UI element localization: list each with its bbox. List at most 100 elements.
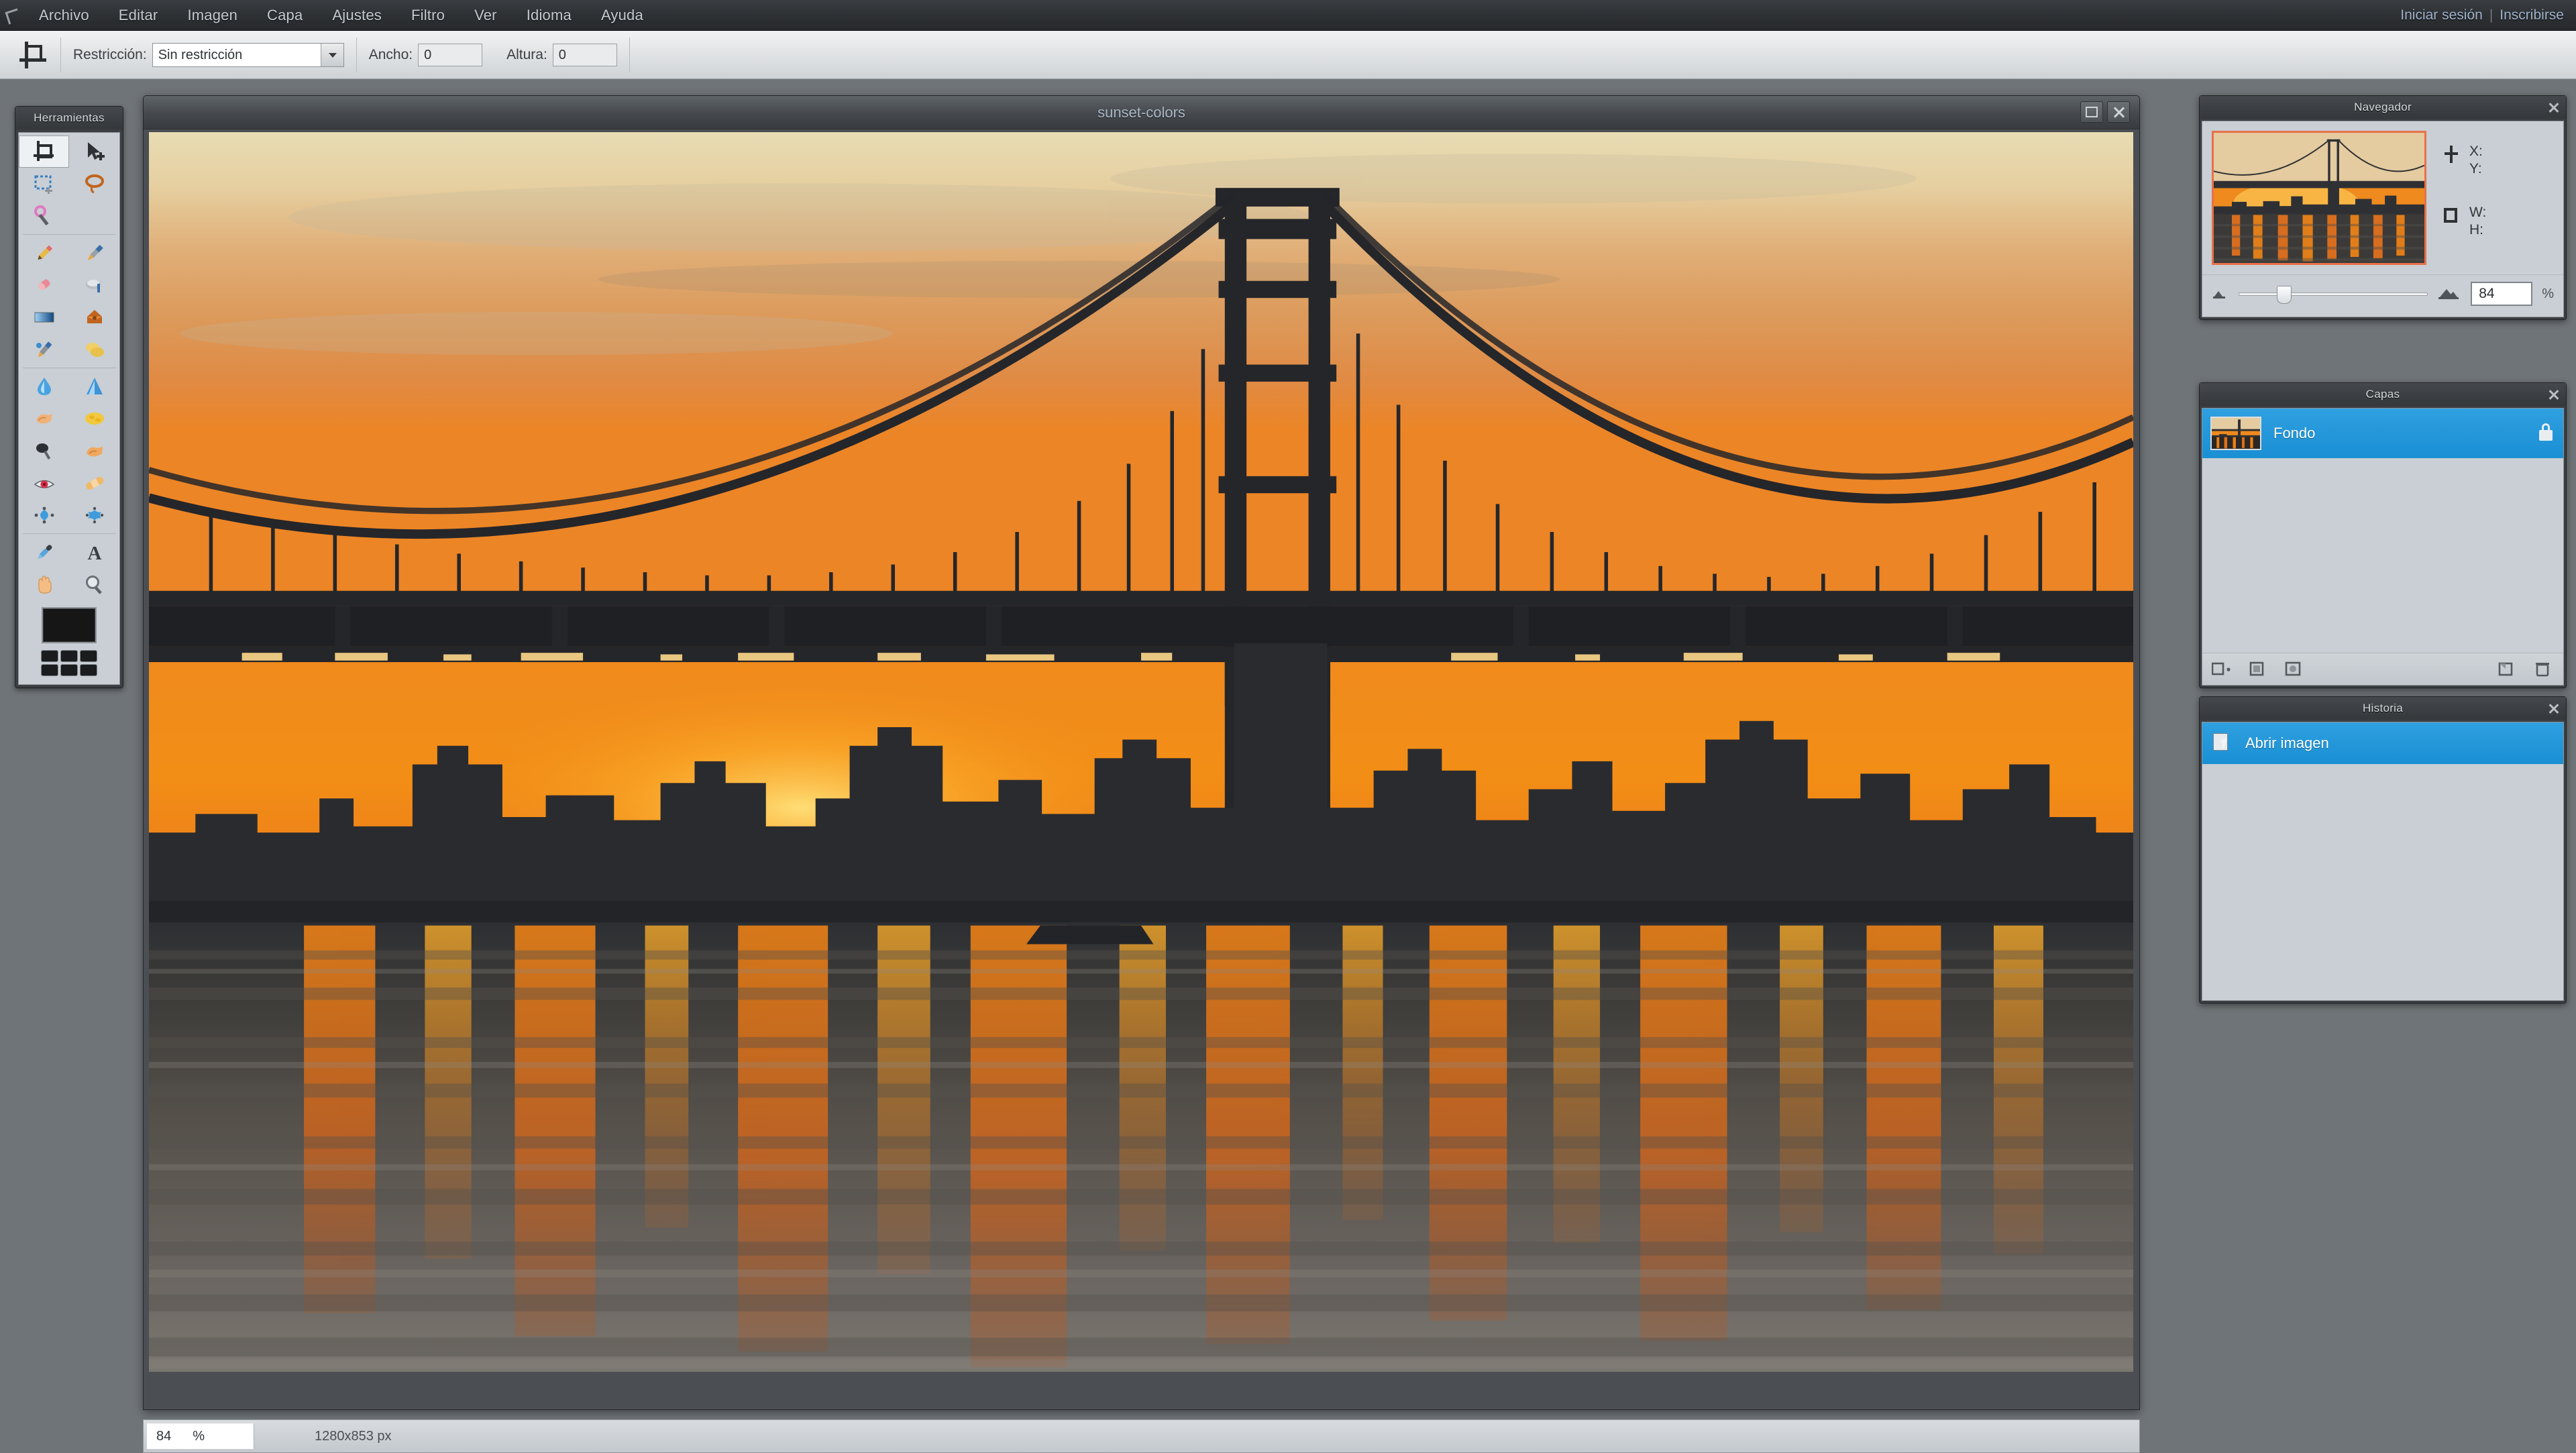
app-root: Archivo Editar Imagen Capa Ajustes Filtr… xyxy=(0,0,2576,1453)
tool-gradient[interactable] xyxy=(19,301,69,333)
tool-dodge[interactable] xyxy=(19,435,69,467)
open-image-icon xyxy=(2213,733,2236,753)
water-drop-icon xyxy=(33,375,56,398)
palette-swatch[interactable] xyxy=(41,664,58,676)
palette-swatch[interactable] xyxy=(41,650,58,662)
navigator-zoom-slider[interactable] xyxy=(2239,285,2428,304)
burn-hand-icon xyxy=(83,439,106,462)
tool-crop[interactable] xyxy=(19,136,69,168)
arrow-move-icon xyxy=(83,140,106,163)
shapes-icon xyxy=(83,338,106,361)
tool-sponge[interactable] xyxy=(69,402,119,435)
tool-smudge[interactable] xyxy=(19,402,69,435)
close-icon[interactable] xyxy=(2547,388,2561,401)
eraser-icon xyxy=(33,274,56,297)
width-input[interactable]: 0 xyxy=(418,43,483,66)
navigator-info: X: Y: W: H: xyxy=(2426,131,2554,265)
red-eye-icon xyxy=(33,472,56,494)
bandage-icon xyxy=(83,472,106,494)
tool-separator-1 xyxy=(23,234,115,235)
canvas-area[interactable] xyxy=(149,132,2133,1372)
height-group: Altura: 0 xyxy=(494,31,629,79)
menu-filtro[interactable]: Filtro xyxy=(396,3,460,28)
menu-ayuda[interactable]: Ayuda xyxy=(586,3,658,28)
menu-archivo[interactable]: Archivo xyxy=(24,3,104,28)
tool-red-eye[interactable] xyxy=(19,467,69,499)
height-input[interactable]: 0 xyxy=(552,43,617,66)
close-icon[interactable] xyxy=(2547,702,2561,715)
tool-pinch[interactable] xyxy=(69,499,119,531)
tool-bloat[interactable] xyxy=(19,499,69,531)
sign-in-link[interactable]: Iniciar sesión xyxy=(2400,7,2483,23)
tool-wand-select[interactable] xyxy=(19,200,69,232)
zoom-out-small-icon[interactable] xyxy=(2212,286,2229,303)
layer-style-icon[interactable] xyxy=(2248,661,2268,678)
tool-clone-stamp[interactable] xyxy=(69,269,119,301)
tool-pencil[interactable] xyxy=(19,237,69,269)
menu-bar: Archivo Editar Imagen Capa Ajustes Filtr… xyxy=(0,0,2576,31)
tool-zoom[interactable] xyxy=(69,568,119,600)
tool-brush[interactable] xyxy=(69,237,119,269)
list-item[interactable]: Abrir imagen xyxy=(2202,722,2563,764)
navigator-zoom-input[interactable]: 84 xyxy=(2471,282,2533,306)
menu-editar[interactable]: Editar xyxy=(104,3,173,28)
tool-move[interactable] xyxy=(69,136,119,168)
document-titlebar[interactable]: sunset-colors xyxy=(144,96,2139,129)
tool-lasso[interactable] xyxy=(69,168,119,200)
menu-idioma[interactable]: Idioma xyxy=(512,3,586,28)
palette-swatch[interactable] xyxy=(60,650,78,662)
tool-drawing[interactable] xyxy=(69,333,119,366)
foreground-color-swatch[interactable] xyxy=(42,607,97,643)
palette-swatches xyxy=(41,650,97,676)
constraint-value: Sin restricción xyxy=(158,47,243,62)
chevron-down-icon[interactable] xyxy=(320,43,343,66)
tool-marquee-select[interactable] xyxy=(19,168,69,200)
palette-swatch[interactable] xyxy=(80,664,97,676)
crop-icon xyxy=(33,140,56,163)
navigator-zoom-slider-thumb[interactable] xyxy=(2277,285,2292,304)
tool-blur[interactable] xyxy=(19,370,69,402)
menu-imagen[interactable]: Imagen xyxy=(172,3,252,28)
menu-capa[interactable]: Capa xyxy=(252,3,317,28)
navigator-thumbnail[interactable] xyxy=(2212,131,2426,265)
app-logo-icon xyxy=(1,4,24,27)
layers-panel: Capas Fondo xyxy=(2199,382,2567,688)
rectangle-marquee-icon xyxy=(33,172,56,195)
smudge-finger-icon xyxy=(33,407,56,430)
history-panel-title: Historia xyxy=(2200,697,2566,720)
tool-sharpen[interactable] xyxy=(69,370,119,402)
trash-icon[interactable] xyxy=(2534,661,2554,678)
sign-up-link[interactable]: Inscribirse xyxy=(2500,7,2564,23)
navigator-zoom-unit: % xyxy=(2542,286,2554,301)
tool-paint-bucket[interactable] xyxy=(69,301,119,333)
layer-mask-icon[interactable] xyxy=(2284,661,2304,678)
active-tool-indicator xyxy=(5,31,60,79)
zoom-in-large-icon[interactable] xyxy=(2437,285,2461,303)
palette-swatch[interactable] xyxy=(60,664,78,676)
tool-type[interactable]: A xyxy=(69,536,119,568)
layers-body: Fondo xyxy=(2202,408,2564,686)
tool-burn[interactable] xyxy=(69,435,119,467)
layer-thumbnail xyxy=(2210,417,2261,450)
new-layer-icon[interactable] xyxy=(2498,661,2518,678)
lasso-icon xyxy=(83,172,106,195)
layers-footer xyxy=(2202,653,2563,685)
close-icon[interactable] xyxy=(2547,101,2561,114)
menu-ver[interactable]: Ver xyxy=(460,3,512,28)
tool-hand[interactable] xyxy=(19,568,69,600)
maximize-icon[interactable] xyxy=(2080,101,2103,123)
tool-replace-color[interactable] xyxy=(19,333,69,366)
eyedropper-icon xyxy=(33,541,56,563)
sponge-icon xyxy=(83,407,106,430)
tool-eraser[interactable] xyxy=(19,269,69,301)
table-row[interactable]: Fondo xyxy=(2202,409,2563,458)
layer-settings-icon[interactable] xyxy=(2211,661,2232,678)
tool-spot-heal[interactable] xyxy=(69,467,119,499)
menu-ajustes[interactable]: Ajustes xyxy=(317,3,396,28)
palette-swatch[interactable] xyxy=(80,650,97,662)
close-icon[interactable] xyxy=(2107,101,2130,123)
zoom-status[interactable]: 84 % xyxy=(147,1423,254,1449)
constraint-dropdown[interactable]: Sin restricción xyxy=(152,42,344,67)
lock-icon[interactable] xyxy=(2538,422,2554,442)
tool-eyedropper[interactable] xyxy=(19,536,69,568)
